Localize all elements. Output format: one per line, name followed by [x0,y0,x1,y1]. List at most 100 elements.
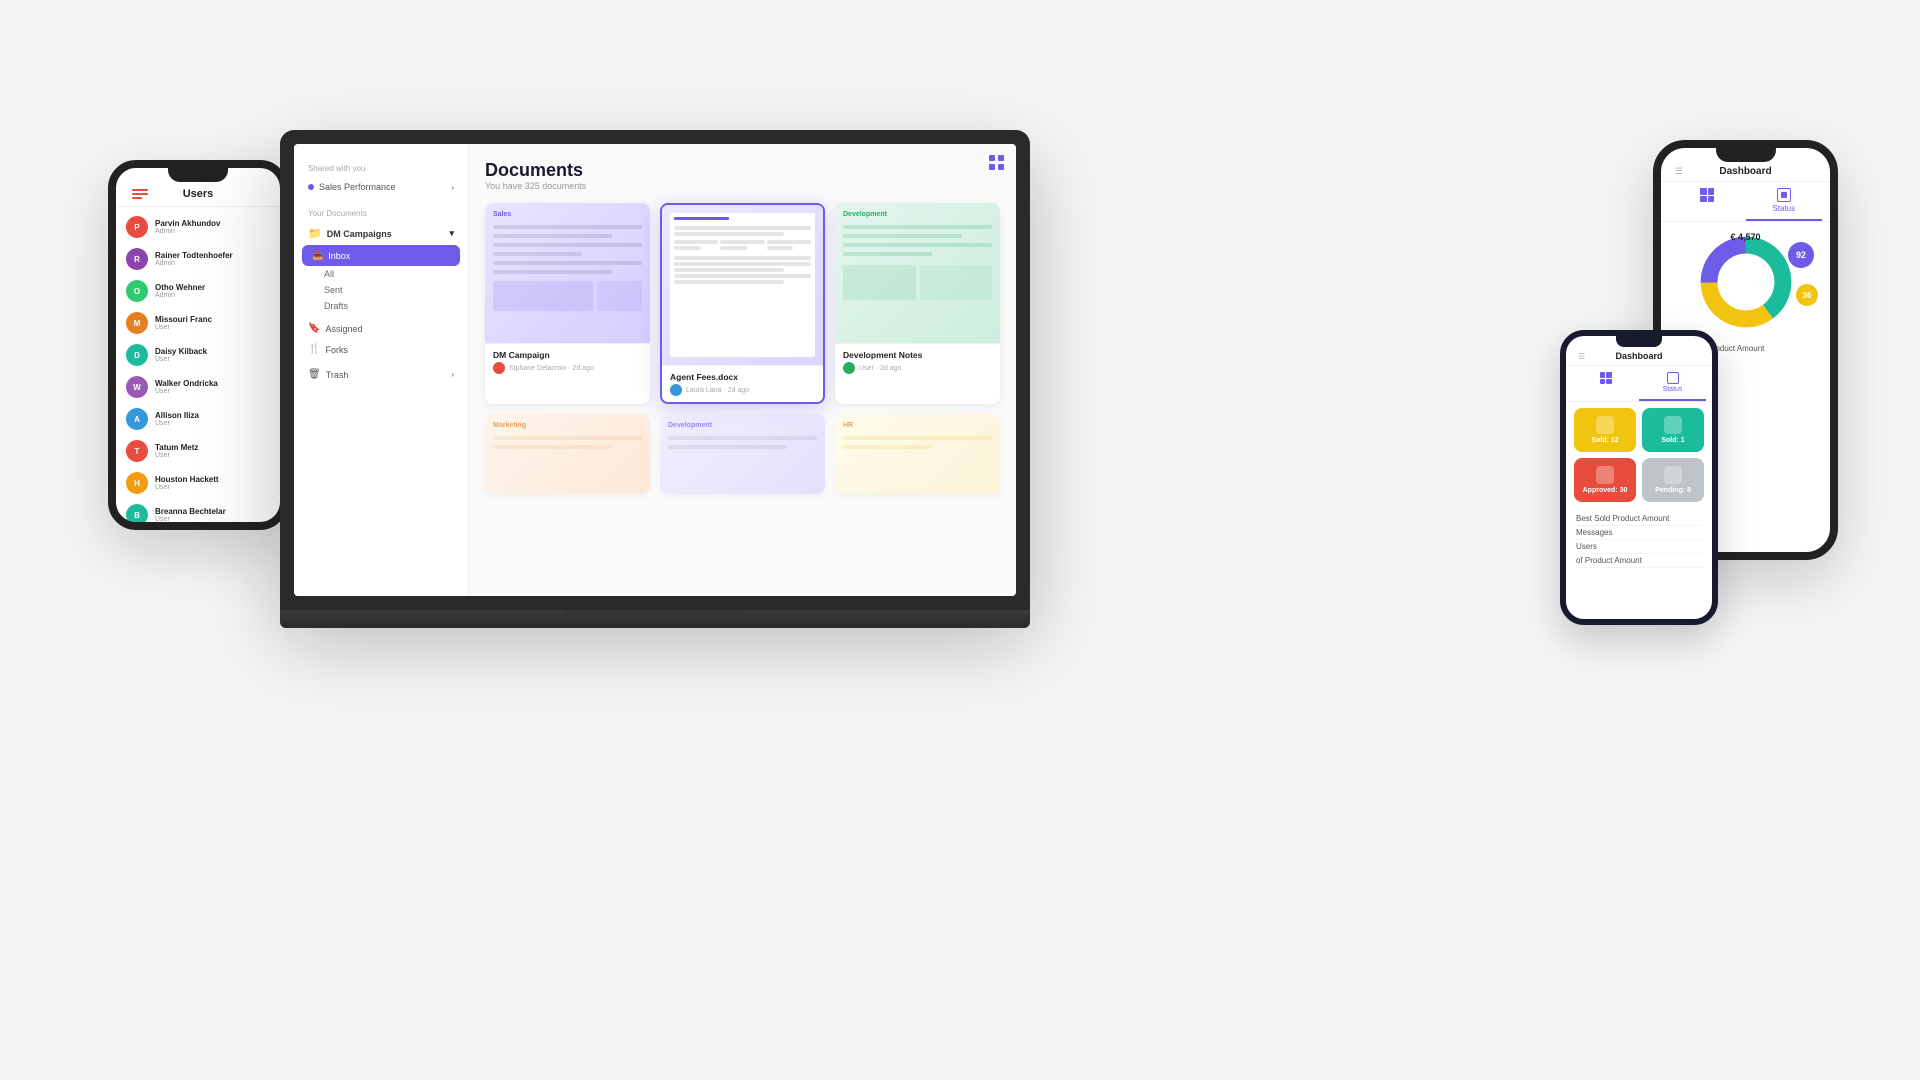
user-info: Missouri Franc User [155,315,212,332]
card-name-2: Agent Fees.docx [670,372,815,382]
tile-sold-12[interactable]: Sold: 12 [1574,408,1636,452]
user-info: Allison Iliza User [155,411,199,428]
tile-sold-1[interactable]: Sold: 1 [1642,408,1704,452]
card-footer: DM Campaign Stphane Delacroix · 2d ago [485,343,650,380]
user-role: Admin [155,228,221,235]
doc-card-development[interactable]: Development Development Notes [835,203,1000,404]
user-avatar: R [126,248,148,270]
user-info: Rainer Todtenhoefer Admin [155,251,233,268]
user-role: User [155,484,219,491]
sidebar-dm-campaigns[interactable]: 📁 DM Campaigns ▾ [294,222,468,245]
doc-main: Documents You have 325 documents Sales [469,144,1016,596]
user-item[interactable]: R Rainer Todtenhoefer Admin [116,243,280,275]
badge-36: 36 [1796,284,1818,306]
card-meta: Stphane Delacroix · 2d ago [493,362,642,374]
back-dash-tabs: Status [1661,182,1830,222]
user-info: Otho Wehner Admin [155,283,205,300]
user-item[interactable]: T Tatum Metz User [116,435,280,467]
card-tag: Sales [493,211,642,218]
user-info: Tatum Metz User [155,443,198,460]
shared-label: Shared with you [294,160,468,177]
back-tab-status[interactable]: Status [1746,182,1823,221]
doc-card-marketing[interactable]: Marketing [485,414,650,494]
user-avatar: W [126,376,148,398]
doc-card-agent-fees[interactable]: Agent Fees.docx Laura Lana · 2d ago [660,203,825,404]
user-item[interactable]: H Houston Hackett User [116,467,280,499]
card-name-3: Development Notes [843,350,992,360]
tile-pending[interactable]: Pending: 8 [1642,458,1704,502]
sidebar-trash[interactable]: 🗑 Trash › [294,364,468,385]
user-name: Walker Ondricka [155,379,218,389]
doc-sidebar: Shared with you Sales Performance › Your… [294,144,469,596]
user-item[interactable]: D Daisy Kilback User [116,339,280,371]
your-docs-label: Your Documents [294,205,468,222]
user-role: User [155,420,199,427]
sidebar-inbox[interactable]: 📥 Inbox [302,245,460,266]
doc-grid: Sales [485,203,1000,494]
user-item[interactable]: A Allison Iliza User [116,403,280,435]
sidebar-assigned[interactable]: 🔖 Assigned [294,318,468,339]
tile-icon-sold [1596,416,1614,434]
sidebar-forks[interactable]: 🍴 Forks [294,339,468,360]
user-name: Otho Wehner [155,283,205,293]
back-phone-title: Dashboard [1719,166,1771,177]
doc-card-yellow[interactable]: HR [835,414,1000,494]
user-item[interactable]: W Walker Ondricka User [116,371,280,403]
info-item-3: Users [1576,540,1702,554]
user-role: User [155,388,218,395]
user-avatar: O [126,280,148,302]
user-name: Breanna Bechtelar [155,507,226,517]
user-info: Houston Hackett User [155,475,219,492]
user-list: P Parvin Akhundov Admin R Rainer Todtenh… [116,207,280,530]
card-footer-3: Development Notes User · 2d ago [835,343,1000,380]
front-tab-status[interactable]: Status [1639,366,1706,401]
info-item-1: Best Sold Product Amount [1576,512,1702,526]
tile-label-teal: Sold: 1 [1661,437,1684,444]
sidebar-all[interactable]: All [294,266,468,282]
card-tag-6: HR [843,422,992,429]
card-meta-2: Laura Lana · 2d ago [670,384,815,396]
front-phone-header: ☰ Dashboard [1566,347,1712,366]
laptop-base-inner [565,610,745,620]
user-info: Daisy Kilback User [155,347,207,364]
grid-toggle[interactable] [988,154,1006,177]
user-role: User [155,324,212,331]
front-tab-grid[interactable] [1572,366,1639,401]
sidebar-sales-performance[interactable]: Sales Performance › [294,177,468,197]
tile-approved[interactable]: Approved: 30 [1574,458,1636,502]
card-tag-4: Marketing [493,422,642,429]
tile-label-pending: Pending: 8 [1655,487,1691,494]
phone-header: Users [116,182,280,207]
user-name: Houston Hackett [155,475,219,485]
card-footer-2: Agent Fees.docx Laura Lana · 2d ago [662,365,823,402]
sidebar-sent[interactable]: Sent [294,282,468,298]
user-role: User [155,452,198,459]
user-item[interactable]: B Breanna Bechtelar User [116,499,280,530]
doc-card-dm-campaign[interactable]: Sales [485,203,650,404]
user-name: Allison Iliza [155,411,199,421]
user-role: User [155,516,226,523]
laptop-screen: Shared with you Sales Performance › Your… [294,144,1016,596]
user-avatar: H [126,472,148,494]
user-item[interactable]: O Otho Wehner Admin [116,275,280,307]
doc-subtitle: You have 325 documents [485,181,1000,191]
user-role: User [155,356,207,363]
user-item[interactable]: M Missouri Franc User [116,307,280,339]
user-name: Daisy Kilback [155,347,207,357]
tile-icon-pending [1664,466,1682,484]
laptop-body: Shared with you Sales Performance › Your… [280,130,1030,610]
front-phone-title: Dashboard [1615,351,1662,361]
user-info: Parvin Akhundov Admin [155,219,221,236]
sidebar-drafts[interactable]: Drafts [294,298,468,314]
user-role: Admin [155,260,233,267]
front-dash-tabs: Status [1566,366,1712,402]
dot-icon [308,184,314,190]
back-tab-grid[interactable] [1669,182,1746,221]
user-item[interactable]: P Parvin Akhundov Admin [116,211,280,243]
tile-icon-approved [1596,466,1614,484]
user-info: Breanna Bechtelar User [155,507,226,524]
user-avatar: T [126,440,148,462]
card-meta-3: User · 2d ago [843,362,992,374]
doc-card-dev2[interactable]: Development [660,414,825,494]
doc-title: Documents [485,160,1000,181]
